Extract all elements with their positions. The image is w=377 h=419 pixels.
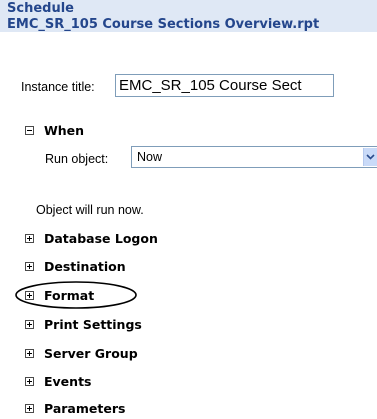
plus-box-icon[interactable] — [25, 291, 34, 300]
instance-title-input[interactable]: EMC_SR_105 Course Sect — [115, 74, 334, 97]
plus-box-icon[interactable] — [25, 262, 34, 271]
section-database-logon[interactable]: Database Logon — [0, 231, 377, 249]
section-label-print-settings: Print Settings — [44, 317, 142, 332]
run-object-label: Run object: — [45, 152, 109, 166]
section-label-database-logon: Database Logon — [44, 231, 158, 246]
section-label-parameters: Parameters — [44, 401, 126, 416]
section-server-group[interactable]: Server Group — [0, 346, 377, 364]
dropdown-button[interactable] — [363, 148, 377, 166]
run-object-value: Now — [137, 150, 163, 164]
section-format[interactable]: Format — [0, 288, 377, 306]
section-print-settings[interactable]: Print Settings — [0, 317, 377, 335]
plus-box-icon[interactable] — [25, 320, 34, 329]
page-title: Schedule — [7, 1, 74, 16]
plus-box-icon[interactable] — [25, 377, 34, 386]
plus-box-icon[interactable] — [25, 234, 34, 243]
section-label-events: Events — [44, 374, 92, 389]
chevron-down-icon — [366, 154, 375, 160]
minus-box-icon[interactable] — [25, 126, 34, 135]
schedule-header: Schedule EMC_SR_105 Course Sections Over… — [0, 0, 377, 32]
section-label-format: Format — [44, 288, 95, 303]
section-label-when: When — [44, 123, 85, 138]
section-when[interactable]: When — [0, 123, 377, 141]
section-label-server-group: Server Group — [44, 346, 138, 361]
section-destination[interactable]: Destination — [0, 259, 377, 277]
run-note: Object will run now. — [36, 203, 144, 217]
run-object-select[interactable]: Now — [131, 146, 377, 168]
section-parameters[interactable]: Parameters — [0, 401, 377, 419]
section-events[interactable]: Events — [0, 374, 377, 392]
plus-box-icon[interactable] — [25, 404, 34, 413]
plus-box-icon[interactable] — [25, 349, 34, 358]
report-name: EMC_SR_105 Course Sections Overview.rpt — [7, 17, 320, 32]
instance-title-label: Instance title: — [21, 80, 95, 94]
section-label-destination: Destination — [44, 259, 126, 274]
